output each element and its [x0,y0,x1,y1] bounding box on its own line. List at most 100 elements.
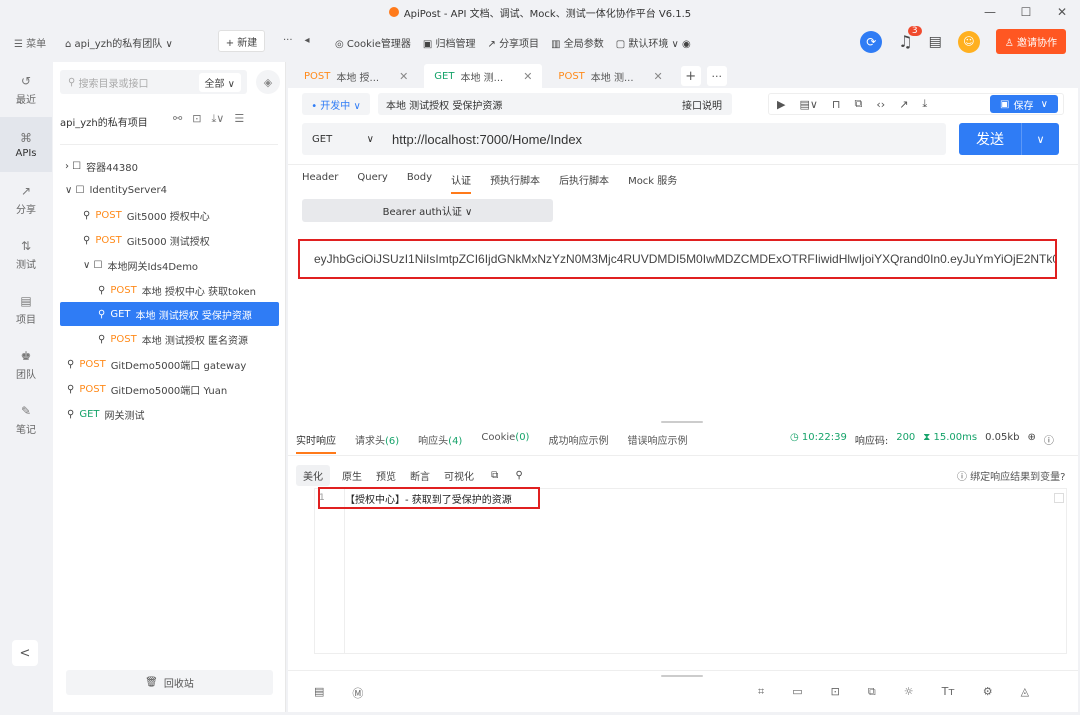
rail-item-apis[interactable]: ⌘ APIs [0,117,52,172]
rail-item-test[interactable]: ⇅ 测试 [0,227,52,282]
tab-request-active[interactable]: GET 本地 测... ✕ [424,64,543,88]
font-size-icon[interactable]: Tт [942,685,955,699]
maximize-button[interactable]: ☐ [1008,0,1044,24]
environment-selector[interactable]: ▢ 默认环境 ∨ ◉ [616,35,691,50]
tab-error-example[interactable]: 错误响应示例 [627,432,687,454]
search-icon[interactable]: ⚲ [510,467,525,484]
view-raw[interactable]: 原生 [340,465,364,486]
tab-header[interactable]: Header [302,172,338,194]
tab-request-headers[interactable]: 请求头(6) [355,432,399,454]
layout-icon[interactable]: ⌗ [758,685,764,699]
globe-icon[interactable]: ⊕ [1027,432,1035,447]
eye-icon[interactable]: ◉ [679,39,691,50]
collapse-rail-button[interactable]: < [12,640,38,666]
share-icon[interactable]: ⚯ [173,112,182,126]
close-icon[interactable]: ✕ [523,70,532,83]
markdown-icon[interactable]: Ⓜ [352,685,363,701]
settings-icon[interactable]: ⚙ [983,685,993,699]
tab-realtime-response[interactable]: 实时响应 [296,432,336,454]
tab-request[interactable]: POST 本地 授... ✕ [294,64,418,88]
tree-item-selected[interactable]: ⚲ GET 本地 测试授权 受保护资源 [60,302,279,326]
tree-folder[interactable]: ∨ ☐ 本地网关Ids4Demo [83,253,198,277]
sync-icon[interactable]: ⟳ [860,30,883,53]
tree-item[interactable]: ⚲ POST 本地 授权中心 获取token [98,278,256,302]
tab-request[interactable]: POST 本地 测... ✕ [548,64,672,88]
tree-item[interactable]: ⚲ POST GitDemo5000端口 Yuan [67,377,227,401]
tab-post-script[interactable]: 后执行脚本 [559,172,609,194]
more-icon[interactable]: ··· [283,35,293,46]
view-assert[interactable]: 断言 [408,465,432,486]
global-params-button[interactable]: ▥ 全局参数 [551,35,604,50]
view-visualize[interactable]: 可视化 [442,465,476,486]
tree-folder[interactable]: ∨ ☐ IdentityServer4 [65,178,167,202]
send-button[interactable]: 发送 ∨ [959,123,1059,155]
response-body-editor[interactable]: 1 【授权中心】- 获取到了受保护的资源 [314,487,1067,654]
console-icon[interactable]: ▤ [314,685,324,701]
team-selector[interactable]: ⌂ api_yzh的私有团队 ∨ [65,35,173,50]
view-pretty[interactable]: 美化 [296,465,330,486]
more-tabs-button[interactable]: ··· [706,66,727,86]
tree-folder[interactable]: › ☐ 容器44380 [65,154,138,178]
rail-item-share[interactable]: ↗ 分享 [0,172,52,227]
tab-success-example[interactable]: 成功响应示例 [548,432,608,454]
tree-item[interactable]: ⚲ POST GitDemo5000端口 gateway [67,352,246,376]
notes-icon[interactable]: ▤ [929,34,942,50]
rail-item-recent[interactable]: ↺ 最近 [0,62,52,117]
view-preview[interactable]: 预览 [374,465,398,486]
api-description-button[interactable]: 接口说明 [672,93,732,115]
tab-pre-script[interactable]: 预执行脚本 [490,172,540,194]
export-icon[interactable]: ⤓ [922,97,927,111]
resize-handle[interactable] [661,675,703,677]
cookie-manager-button[interactable]: ◎ Cookie管理器 [335,35,411,50]
url-input[interactable]: http://localhost:7000/Home/Index [392,132,582,147]
request-name-input[interactable]: 本地 测试授权 受保护资源 [378,93,688,115]
code-icon[interactable]: ▭ [792,685,802,699]
add-tab-button[interactable]: + [680,66,701,86]
menu-button[interactable]: ☰ 菜单 [14,35,46,50]
tree-item[interactable]: ⚲ GET 网关测试 [67,402,145,426]
trash-button[interactable]: 🗑 回收站 [66,670,273,695]
sort-icon[interactable]: ☰ [234,112,244,126]
tab-cookie[interactable]: Cookie(0) [481,432,529,454]
info-icon[interactable]: ⓘ [1044,432,1054,447]
tab-query[interactable]: Query [357,172,387,194]
copy-icon[interactable]: ⧉ [868,685,876,699]
theme-icon[interactable]: ☼ [904,685,914,699]
close-button[interactable]: ✕ [1044,0,1080,24]
tree-item[interactable]: ⚲ POST 本地 测试授权 匿名资源 [98,327,248,351]
tab-mock[interactable]: Mock 服务 [628,172,677,194]
save-button[interactable]: ▣ 保存 ∨ [990,95,1058,113]
tab-response-headers[interactable]: 响应头(4) [418,432,462,454]
bearer-token-input[interactable]: eyJhbGciOiJSUzI1NiIsImtpZCI6IjdGNkMxNzYz… [298,239,1057,279]
locate-icon[interactable]: ◈ [256,70,280,94]
scrollbar[interactable] [1054,493,1064,503]
auth-type-select[interactable]: Bearer auth认证 ∨ [302,199,553,222]
chevron-down-icon[interactable]: ∨ [1021,123,1059,155]
rail-item-notes[interactable]: ✎ 笔记 [0,392,52,447]
filter-select[interactable]: 全部 ∨ [198,73,241,92]
lock-icon[interactable]: ⊓ [832,98,841,111]
share-project-button[interactable]: ↗ 分享项目 [488,35,540,50]
new-button[interactable]: + 新建 [218,30,265,52]
close-icon[interactable]: ✕ [654,70,663,83]
status-select[interactable]: • 开发中 ∨ [302,93,370,115]
rail-item-team[interactable]: ♚ 团队 [0,337,52,392]
invite-button[interactable]: ♙ 邀请协作 [995,29,1066,54]
tab-body[interactable]: Body [407,172,432,194]
archive-button[interactable]: ▣ 归档管理 [423,35,476,50]
doc-icon[interactable]: ▤∨ [799,98,817,111]
resize-handle[interactable] [661,421,703,423]
notification-icon[interactable]: ♫ 3 [898,26,922,51]
minimize-button[interactable]: — [972,0,1008,24]
tree-item[interactable]: ⚲ POST Git5000 授权中心 [83,203,210,227]
bind-variable-link[interactable]: ⓘ 绑定响应结果到变量? [957,468,1066,483]
new-folder-icon[interactable]: ⊡ [192,112,201,126]
import-icon[interactable]: ⤓∨ [211,112,224,126]
close-icon[interactable]: ✕ [399,70,408,83]
search-input[interactable]: ⚲ 搜索目录或接口 全部 ∨ [60,70,247,94]
method-select[interactable]: GET ∨ [302,123,384,155]
copy-icon[interactable]: ⧉ [486,467,500,484]
rail-item-project[interactable]: ▤ 项目 [0,282,52,337]
back-icon[interactable]: ◂ [305,35,310,46]
run-icon[interactable]: ▶ [777,98,785,111]
